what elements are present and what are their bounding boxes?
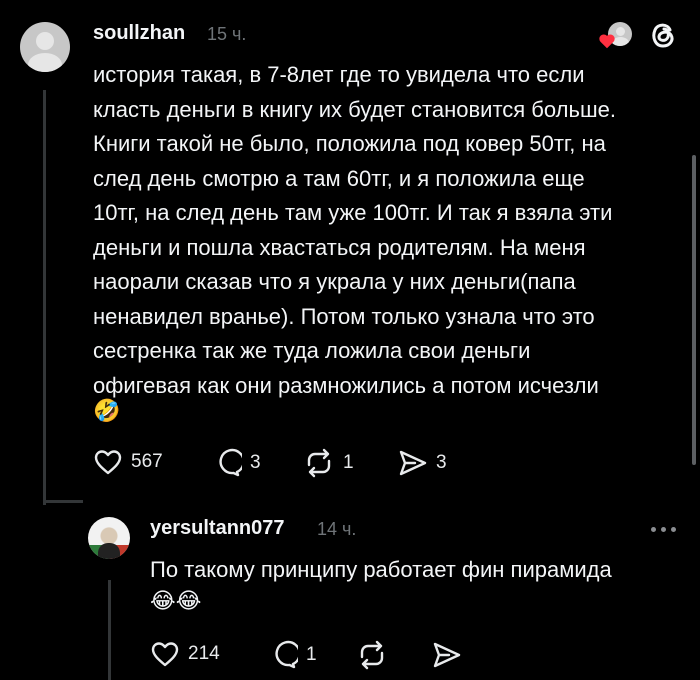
reply-username[interactable]: yersultann077 <box>150 517 285 540</box>
repost-count: 1 <box>343 452 354 473</box>
comment-button[interactable]: 3 <box>212 448 261 478</box>
reply-like-count: 214 <box>188 643 220 664</box>
send-icon <box>433 642 461 668</box>
reply-connector <box>43 500 83 503</box>
heart-icon <box>94 450 122 475</box>
share-button[interactable]: 3 <box>398 448 447 478</box>
post-username[interactable]: soullzhan <box>93 22 185 45</box>
reply-like-button[interactable]: 214 <box>150 640 220 668</box>
repost-icon <box>360 640 384 670</box>
reply-comment-count: 1 <box>306 644 317 665</box>
post-time: 15 ч. <box>207 24 247 44</box>
reply-repost-button[interactable] <box>356 640 388 670</box>
send-icon <box>399 450 427 476</box>
repost-button[interactable]: 1 <box>303 448 354 478</box>
repost-icon <box>307 448 331 478</box>
reply-comment-button[interactable]: 1 <box>268 640 317 670</box>
comment-icon <box>219 448 242 477</box>
reply-avatar[interactable] <box>88 517 130 559</box>
post-emoji: 🤣 <box>93 398 121 423</box>
avatar[interactable] <box>20 22 70 72</box>
reply-thread-line <box>108 580 111 680</box>
liked-by-avatar[interactable] <box>598 20 634 50</box>
reply-share-button[interactable] <box>432 640 462 670</box>
heart-icon <box>151 642 179 667</box>
comment-icon <box>275 640 298 669</box>
reply-emoji: 😂😂 <box>150 588 202 613</box>
scrollbar[interactable] <box>692 155 696 465</box>
threads-logo-icon[interactable] <box>646 18 680 52</box>
like-button[interactable]: 567 <box>93 448 163 476</box>
reply-text: По такому принципу работает фин пирамида <box>150 557 612 582</box>
reply-time: 14 ч. <box>317 519 357 539</box>
share-count: 3 <box>436 452 447 473</box>
like-count: 567 <box>131 451 163 472</box>
post-text: история такая, в 7-8лет где то увидела ч… <box>93 62 616 398</box>
thread-line <box>43 90 46 505</box>
comment-count: 3 <box>250 452 261 473</box>
heart-badge-icon <box>599 34 615 49</box>
more-icon[interactable] <box>651 527 676 532</box>
